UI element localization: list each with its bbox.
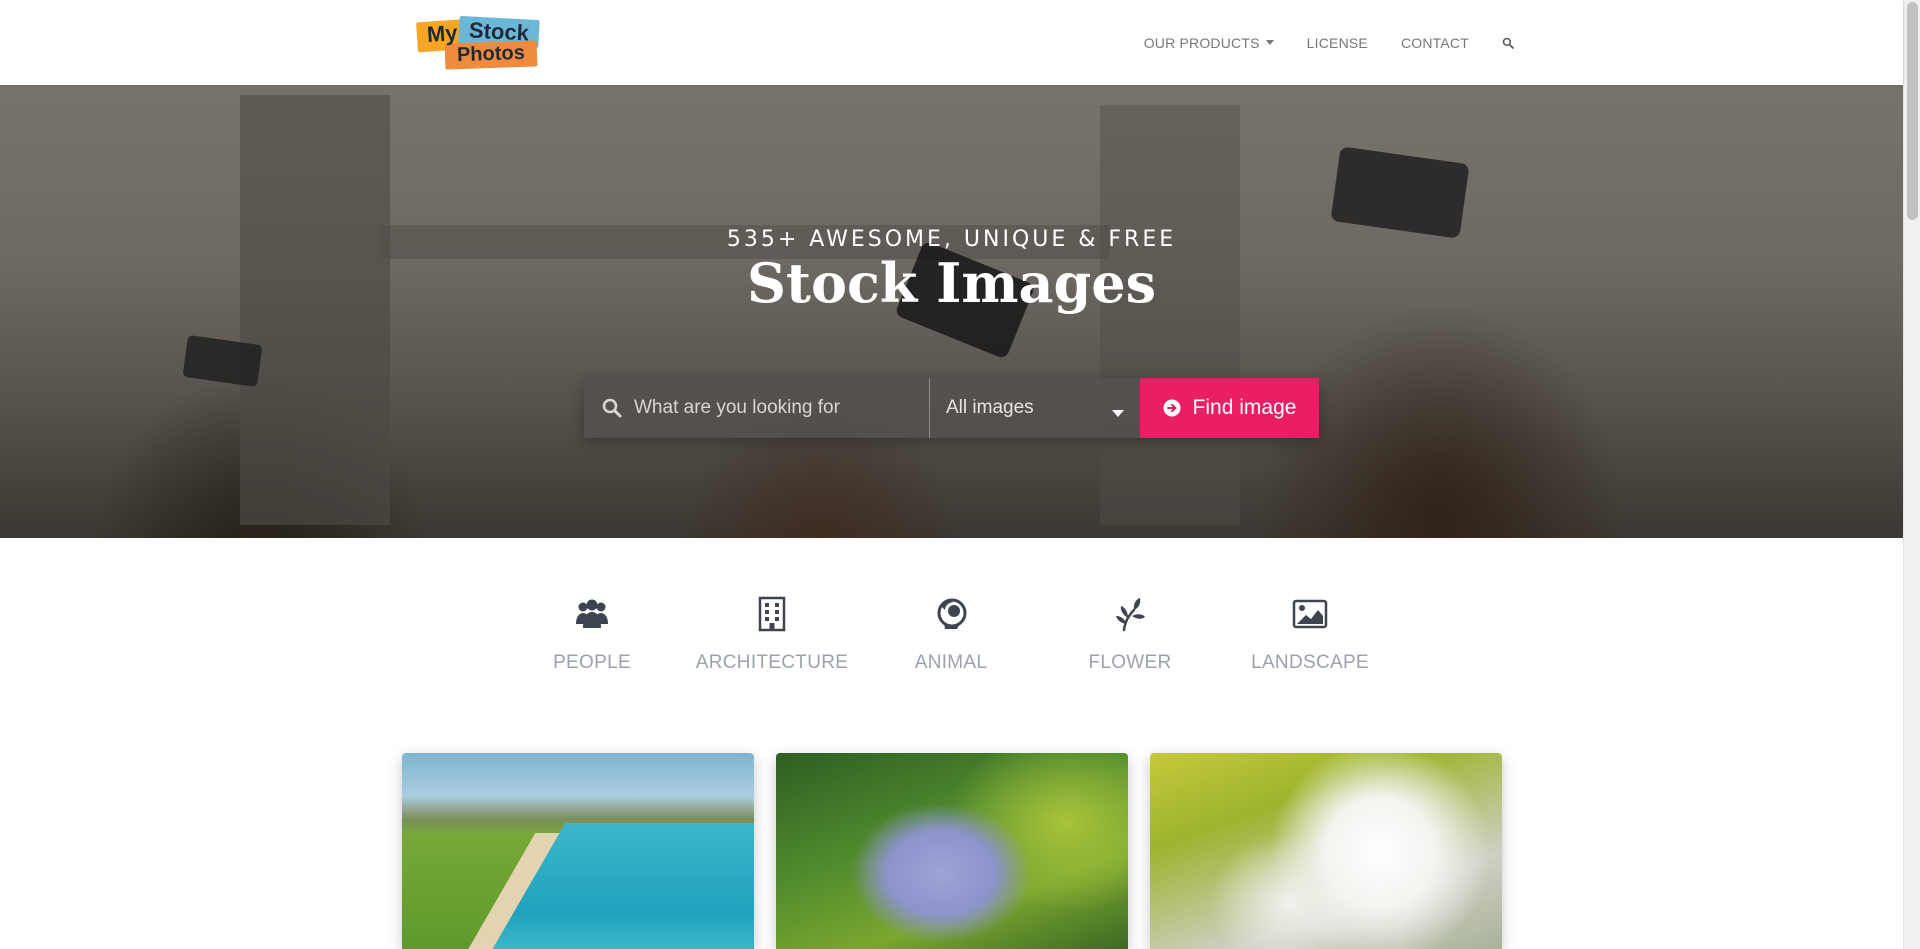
hero-banner: 535+ AWESOME, UNIQUE & FREE Stock Images… xyxy=(0,85,1903,538)
flower-icon xyxy=(1116,598,1145,632)
category-animal[interactable]: ANIMAL xyxy=(861,596,1041,674)
main-nav: OUR PRODUCTS LICENSE CONTACT xyxy=(1144,0,1514,85)
caret-down-icon xyxy=(1265,40,1274,45)
image-search-form: All images Find image xyxy=(584,378,1319,438)
category-landscape-label: LANDSCAPE xyxy=(1251,652,1369,673)
category-people-label: PEOPLE xyxy=(553,652,631,673)
category-people[interactable]: PEOPLE xyxy=(502,596,682,674)
category-flower[interactable]: FLOWER xyxy=(1040,596,1220,674)
nav-our-products-label: OUR PRODUCTS xyxy=(1143,34,1260,51)
logo-word-photos: Photos xyxy=(456,41,526,67)
scrollbar-thumb[interactable] xyxy=(1907,2,1918,220)
nav-license[interactable]: LICENSE xyxy=(1307,35,1368,51)
chevron-down-icon xyxy=(1112,410,1124,417)
find-image-label: Find image xyxy=(1192,396,1297,419)
arrow-circle-right-icon xyxy=(1163,399,1181,417)
category-select-value: All images xyxy=(946,397,1034,418)
search-icon xyxy=(1502,37,1514,49)
landscape-icon xyxy=(1292,599,1328,629)
category-architecture[interactable]: ARCHITECTURE xyxy=(682,596,862,674)
logo-word-my: My xyxy=(426,19,459,48)
category-flower-label: FLOWER xyxy=(1088,652,1172,673)
gallery-image-lilac-white[interactable] xyxy=(1150,753,1502,949)
category-architecture-label: ARCHITECTURE xyxy=(695,652,849,673)
search-input[interactable] xyxy=(634,397,924,419)
category-landscape[interactable]: LANDSCAPE xyxy=(1220,596,1400,674)
navbar: My Stock Photos OUR PRODUCTS LICENSE CON… xyxy=(0,0,1903,85)
people-icon xyxy=(576,599,608,628)
gallery-image-beach[interactable] xyxy=(402,753,754,949)
hero-title: Stock Images xyxy=(747,251,1156,315)
page: My Stock Photos OUR PRODUCTS LICENSE CON… xyxy=(0,0,1920,949)
nav-contact[interactable]: CONTACT xyxy=(1401,35,1469,51)
building-icon xyxy=(758,596,786,632)
animal-icon xyxy=(937,598,967,629)
category-animal-label: ANIMAL xyxy=(914,652,988,673)
find-image-button[interactable]: Find image xyxy=(1140,378,1319,438)
gallery-image-lilac-purple[interactable] xyxy=(776,753,1128,949)
nav-our-products[interactable]: OUR PRODUCTS xyxy=(1144,35,1274,51)
site-logo[interactable]: My Stock Photos xyxy=(416,15,541,70)
category-select[interactable]: All images xyxy=(929,378,1140,438)
search-icon xyxy=(602,398,622,418)
hero-subtitle: 535+ AWESOME, UNIQUE & FREE xyxy=(726,227,1177,252)
nav-search-button[interactable] xyxy=(1502,37,1514,49)
search-field[interactable] xyxy=(584,378,929,438)
page-scrollbar[interactable] xyxy=(1903,0,1920,949)
